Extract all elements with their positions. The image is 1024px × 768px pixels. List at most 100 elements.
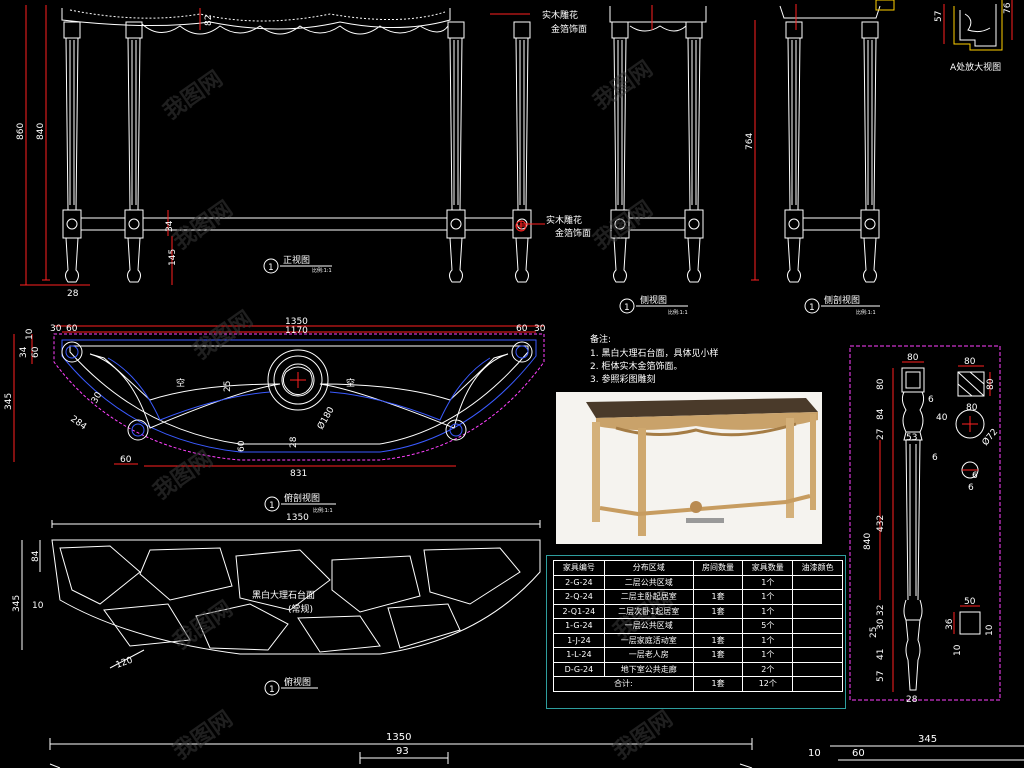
leg-dim-50: 50 xyxy=(964,597,976,607)
dim-345-bottom: 345 xyxy=(918,734,937,745)
table-cell: D-G-24 xyxy=(553,661,605,677)
dim-28: 28 xyxy=(67,289,79,299)
dim-860: 860 xyxy=(16,123,26,140)
leg-dim-6: 6 xyxy=(928,395,934,405)
total-label: 合计: xyxy=(553,676,694,692)
dim-145: 145 xyxy=(168,249,178,266)
notes-item-2: 2. 柜体实木金箔饰面。 xyxy=(590,360,682,372)
notes-heading: 备注: xyxy=(590,333,611,345)
leg-dim-27: 27 xyxy=(876,429,886,440)
dim-84-top: 84 xyxy=(31,550,41,562)
svg-text:比例:1:1: 比例:1:1 xyxy=(668,309,688,316)
dim-840: 840 xyxy=(36,123,46,140)
top-view-title-text: 俯视图 xyxy=(284,676,311,688)
side-section-title-text: 侧剖视图 xyxy=(824,294,860,306)
table-cell: 1个 xyxy=(742,589,794,605)
console-table-image xyxy=(556,392,822,544)
svg-text:1: 1 xyxy=(268,263,274,273)
col-header: 家具数量 xyxy=(742,560,794,576)
col-header: 家具编号 xyxy=(553,560,605,576)
notes-item-1: 1. 黑白大理石台面，具体见小样 xyxy=(590,347,718,359)
dim-1350-top: 1350 xyxy=(286,513,309,523)
table-row: 2-Q1-24 二层次卧1起居室 1套 1个 xyxy=(553,603,843,619)
dim-60-bottom: 60 xyxy=(852,748,865,759)
table-cell xyxy=(692,574,744,590)
table-cell: 2-G-24 xyxy=(553,574,605,590)
col-header: 房间数量 xyxy=(692,560,744,576)
table-cell xyxy=(692,618,744,634)
svg-text:我图网: 我图网 xyxy=(589,197,657,255)
table-cell: 1套 xyxy=(692,647,744,663)
plan-section-view xyxy=(53,333,545,461)
table-cell: 二层次卧1起居室 xyxy=(603,603,694,619)
side-view xyxy=(609,6,707,283)
svg-text:我图网: 我图网 xyxy=(589,57,657,115)
dim-60c: 60 xyxy=(31,346,41,358)
dim-30b: 30 xyxy=(534,324,546,334)
dim-34-plan: 34 xyxy=(19,346,29,358)
dim-60b: 60 xyxy=(516,324,528,334)
table-header-row: 家具编号 分布区域 房间数量 家具数量 油漆颜色 xyxy=(553,560,843,576)
table-cell xyxy=(692,661,744,677)
dim-831: 831 xyxy=(290,469,307,479)
table-cell: 2-Q1-24 xyxy=(553,603,605,619)
marble-label: 黑白大理石台面 xyxy=(252,589,315,601)
top-view-title: 1 俯视图 xyxy=(264,676,318,696)
leg-dim-80d: 80 xyxy=(986,378,996,390)
dim-1170: 1170 xyxy=(285,326,308,336)
dim-10-bottom: 10 xyxy=(808,748,821,759)
svg-text:比例:1:1: 比例:1:1 xyxy=(312,267,332,274)
dim-25: 25 xyxy=(223,381,233,392)
table-row: 1-J-24 一层家庭活动室 1套 1个 xyxy=(553,632,843,648)
carving-label-2b: 金箔饰面 xyxy=(555,227,591,239)
table-cell: 1套 xyxy=(692,589,744,605)
table-row: 1-L-24 一层老人房 1套 1个 xyxy=(553,647,843,663)
table-cell: 5个 xyxy=(742,618,794,634)
dim-60d: 60 xyxy=(120,455,132,465)
col-header: 分布区域 xyxy=(603,560,694,576)
side-view-title: 1 侧视图 比例:1:1 xyxy=(619,294,688,316)
reference-photo xyxy=(556,392,822,544)
leg-dim-84: 84 xyxy=(876,408,886,420)
dim-28-plan: 28 xyxy=(289,436,299,448)
table-cell: 1-L-24 xyxy=(553,647,605,663)
svg-text:我图网: 我图网 xyxy=(149,447,217,505)
leg-dim-53: 53 xyxy=(906,433,917,443)
detail-a-title: A处放大视图 xyxy=(950,61,1001,73)
furniture-schedule-table: 家具编号 分布区域 房间数量 家具数量 油漆颜色 2-G-24 二层公共区域 1… xyxy=(553,560,843,692)
table-cell: 二层主卧起居室 xyxy=(603,589,694,605)
carving-label-1a: 实木雕花 xyxy=(542,9,578,21)
side-view-title-text: 侧视图 xyxy=(640,294,667,306)
dim-30a: 30 xyxy=(50,324,62,334)
dim-764: 764 xyxy=(745,133,755,150)
side-section-title: 1 侧剖视图 比例:1:1 xyxy=(804,294,880,316)
dim-82: 82 xyxy=(204,15,214,26)
dim-93: 93 xyxy=(396,746,409,757)
carving-label-2a: 实木雕花 xyxy=(546,214,582,226)
svg-text:比例:1:1: 比例:1:1 xyxy=(856,309,876,316)
svg-text:1: 1 xyxy=(809,303,815,313)
dim-10: 10 xyxy=(25,328,35,340)
dim-345-plan: 345 xyxy=(4,393,14,410)
table-cell: 一层家庭活动室 xyxy=(603,632,694,648)
leg-dim-80e: 80 xyxy=(966,403,978,413)
carving-label-1b: 金箔饰面 xyxy=(551,23,587,35)
leg-dim-36: 36 xyxy=(945,618,955,630)
svg-text:我图网: 我图网 xyxy=(169,707,237,765)
dim-1350-bottom: 1350 xyxy=(386,732,411,743)
table-cell: 1套 xyxy=(692,603,744,619)
table-cell: 1个 xyxy=(742,632,794,648)
leg-dim-41: 41 xyxy=(876,649,886,660)
svg-text:我图网: 我图网 xyxy=(159,67,227,125)
table-row: D-G-24 地下室公共走廊 2个 xyxy=(553,661,843,677)
table-cell xyxy=(792,589,843,605)
table-cell: 2个 xyxy=(742,661,794,677)
svg-text:1: 1 xyxy=(624,303,630,313)
dim-120: 120 xyxy=(115,655,135,670)
table-cell xyxy=(792,618,843,634)
leg-dim-10: 10 xyxy=(953,644,963,656)
dim-180: Ø180 xyxy=(315,405,337,432)
plan-section-title: 1 俯剖视图 比例:1:1 xyxy=(264,492,336,514)
front-view-title: 1 正视图 比例:1:1 xyxy=(263,254,332,274)
plan-section-title-text: 俯剖视图 xyxy=(284,492,320,504)
